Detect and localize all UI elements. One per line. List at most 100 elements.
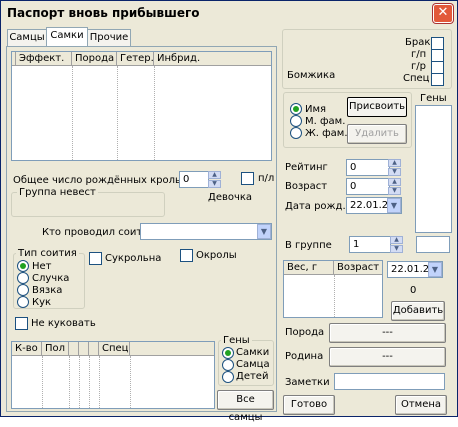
- col-effect[interactable]: Эффект.: [16, 52, 72, 66]
- mating-by-select[interactable]: [140, 223, 272, 240]
- col-qty[interactable]: К-во: [12, 342, 42, 356]
- col-blank-3[interactable]: [89, 342, 99, 356]
- mating-none-radio[interactable]: [17, 260, 29, 272]
- flag-gp-label: г/п: [411, 49, 427, 60]
- mating-kuk-label: Кук: [32, 297, 52, 308]
- grid-line: [334, 275, 335, 317]
- spin-down-icon[interactable]: ▼: [390, 245, 403, 253]
- grid-line: [154, 66, 155, 160]
- chevron-down-icon[interactable]: ▼: [387, 198, 401, 213]
- total-born-label: Общее число рождённых крольчат: [13, 175, 199, 186]
- col-rest: [130, 342, 214, 356]
- grid-line: [99, 356, 100, 408]
- spin-up-icon[interactable]: ▲: [208, 171, 221, 179]
- female-surname-label: Ж. фам.: [305, 128, 348, 139]
- col-heter[interactable]: Гетер.: [117, 52, 154, 66]
- spin-up-icon[interactable]: ▲: [390, 236, 403, 244]
- flag-brak-label: Брак: [405, 37, 431, 48]
- genes-females-label: Самки: [236, 347, 270, 358]
- col-breed[interactable]: Порода: [72, 52, 117, 66]
- spin-up-icon[interactable]: ▲: [388, 178, 401, 186]
- delete-button[interactable]: Удалить: [347, 124, 407, 144]
- grid-line: [89, 356, 90, 408]
- homeland-button[interactable]: ---: [329, 347, 446, 367]
- in-group-input[interactable]: 1: [349, 236, 391, 253]
- done-button[interactable]: Готово: [283, 395, 335, 415]
- grid-line: [42, 356, 43, 408]
- col-leader: [12, 52, 16, 66]
- age-input[interactable]: 0: [346, 178, 390, 195]
- grid-line: [72, 66, 73, 160]
- col-blank-2[interactable]: [79, 342, 89, 356]
- genes-list[interactable]: [415, 105, 452, 233]
- all-males-button[interactable]: Все самцы: [217, 390, 274, 423]
- chevron-down-icon[interactable]: ▼: [257, 224, 271, 239]
- chevron-down-icon[interactable]: ▼: [428, 262, 442, 277]
- spin-down-icon[interactable]: ▼: [388, 187, 401, 195]
- male-surname-label: М. фам.: [305, 116, 346, 127]
- ne-kukovat-checkbox[interactable]: [15, 317, 28, 330]
- total-born-input[interactable]: 0: [179, 171, 209, 188]
- females-tab-panel: Эффект. Порода Гетер. Инбрид. Общее числ…: [6, 46, 277, 423]
- in-group-spinner[interactable]: ▲ ▼: [390, 236, 403, 253]
- mating-none-label: Нет: [32, 261, 52, 272]
- sukrolna-label: Сукрольна: [105, 253, 162, 264]
- female-surname-radio[interactable]: [290, 127, 302, 139]
- breed-label: Порода: [285, 327, 325, 338]
- mating-sluchka-radio[interactable]: [17, 272, 29, 284]
- cancel-button[interactable]: Отмена: [395, 395, 447, 415]
- tab-strip: Самцы Самки Прочие: [7, 27, 277, 48]
- add-weight-button[interactable]: Добавить: [391, 301, 445, 321]
- tab-males[interactable]: Самцы: [7, 29, 47, 46]
- tab-females[interactable]: Самки: [46, 27, 88, 46]
- col-inbred[interactable]: Инбрид.: [154, 52, 271, 66]
- col-blank-1[interactable]: [69, 342, 79, 356]
- flag-gr-label: г/р: [411, 61, 426, 72]
- breed-button[interactable]: ---: [329, 323, 446, 343]
- birth-date-label: Дата рожд.: [285, 201, 346, 212]
- flag-spec-checkbox[interactable]: [431, 73, 444, 86]
- age-spinner[interactable]: ▲ ▼: [388, 178, 401, 195]
- genes-females-radio[interactable]: [222, 347, 234, 359]
- weight-table[interactable]: Вес, г Возраст: [283, 260, 383, 318]
- flag-spec-label: Спец: [403, 73, 430, 84]
- pl-checkbox[interactable]: [241, 172, 254, 185]
- offspring-table[interactable]: К-во Пол Спец: [11, 341, 215, 409]
- genes-male-label: Самца: [236, 359, 270, 370]
- sukrolna-checkbox[interactable]: [89, 252, 102, 265]
- spin-down-icon[interactable]: ▼: [208, 180, 221, 188]
- male-surname-radio[interactable]: [290, 115, 302, 127]
- bomzhik-label: Бомжика: [287, 70, 336, 81]
- col-weight-age[interactable]: Возраст: [334, 261, 382, 275]
- name-radio-label: Имя: [305, 104, 327, 115]
- close-icon[interactable]: ✕: [433, 4, 453, 23]
- okroly-checkbox[interactable]: [180, 249, 193, 262]
- in-group-label: В группе: [285, 240, 332, 251]
- rating-input[interactable]: 0: [346, 159, 390, 176]
- grid-line: [79, 356, 80, 408]
- mating-vyazka-radio[interactable]: [17, 284, 29, 296]
- genes-group-label: Гены: [221, 335, 252, 346]
- grid-line: [69, 356, 70, 408]
- col-sex[interactable]: Пол: [42, 342, 69, 356]
- mating-vyazka-label: Вязка: [32, 285, 63, 296]
- spin-down-icon[interactable]: ▼: [388, 168, 401, 176]
- col-spec[interactable]: Спец: [99, 342, 130, 356]
- genes-children-radio[interactable]: [222, 371, 234, 383]
- total-born-spinner[interactable]: ▲ ▼: [208, 171, 221, 188]
- name-radio[interactable]: [290, 103, 302, 115]
- ne-kukovat-label: Не куковать: [31, 318, 96, 329]
- mating-kuk-radio[interactable]: [17, 296, 29, 308]
- passport-dialog: Паспорт вновь прибывшего ✕ Самцы Самки П…: [0, 0, 458, 423]
- notes-input[interactable]: [334, 373, 445, 390]
- genes-male-radio[interactable]: [222, 359, 234, 371]
- col-weight[interactable]: Вес, г: [284, 261, 334, 275]
- in-group-extra-field[interactable]: [416, 236, 450, 253]
- tab-other[interactable]: Прочие: [87, 29, 131, 46]
- assign-button[interactable]: Присвоить: [347, 97, 407, 117]
- age-label: Возраст: [285, 181, 328, 192]
- girl-label: Девочка: [208, 192, 253, 203]
- top-table[interactable]: Эффект. Порода Гетер. Инбрид.: [11, 51, 272, 161]
- rating-spinner[interactable]: ▲ ▼: [388, 159, 401, 176]
- spin-up-icon[interactable]: ▲: [388, 159, 401, 167]
